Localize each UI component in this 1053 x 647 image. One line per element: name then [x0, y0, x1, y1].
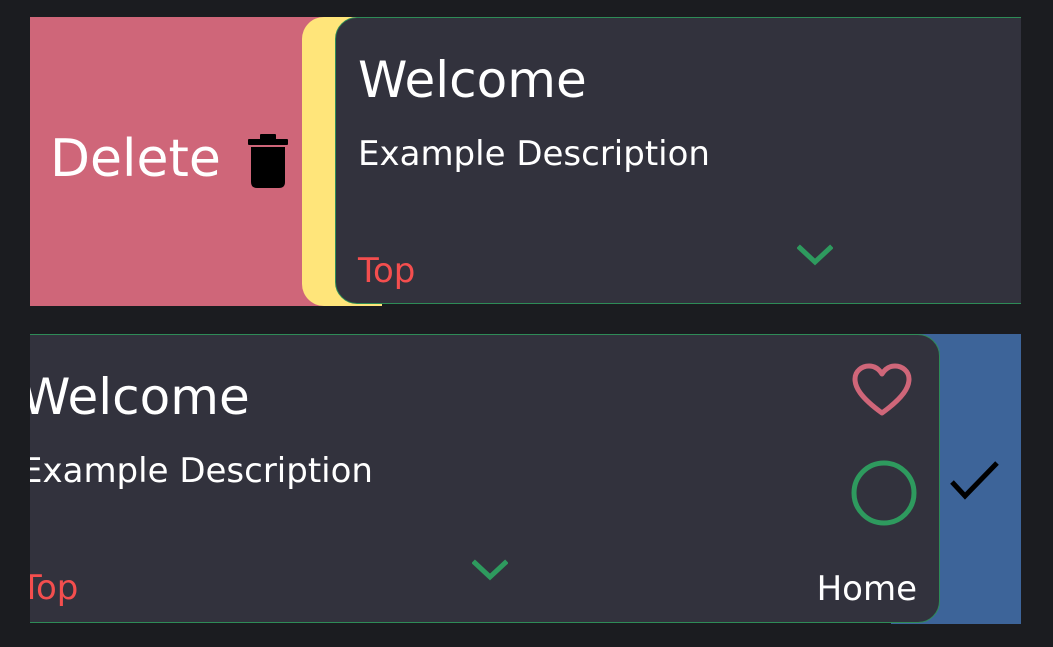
circle-outline-icon[interactable] — [850, 459, 918, 527]
card-description: Example Description — [358, 134, 710, 174]
chevron-down-icon[interactable] — [472, 559, 508, 581]
item-card[interactable]: Welcome Example Description Top Home — [30, 334, 940, 623]
card-tag: Top — [358, 251, 416, 291]
card-tag: Top — [30, 568, 79, 608]
card-title: Welcome — [30, 368, 250, 426]
chevron-down-icon[interactable] — [797, 244, 833, 266]
delete-action-label: Delete — [50, 129, 221, 189]
location-label: Home — [816, 569, 917, 609]
check-icon — [950, 461, 999, 500]
swipe-row-1[interactable]: Delete Welcome Example Description Top — [30, 17, 1021, 306]
trash-icon — [248, 134, 288, 188]
heart-outline-icon[interactable] — [852, 363, 912, 417]
item-card[interactable]: Welcome Example Description Top — [335, 17, 1021, 304]
card-description: Example Description — [30, 451, 373, 491]
card-title: Welcome — [358, 51, 587, 109]
swipe-row-2[interactable]: Welcome Example Description Top Home — [30, 334, 1021, 624]
